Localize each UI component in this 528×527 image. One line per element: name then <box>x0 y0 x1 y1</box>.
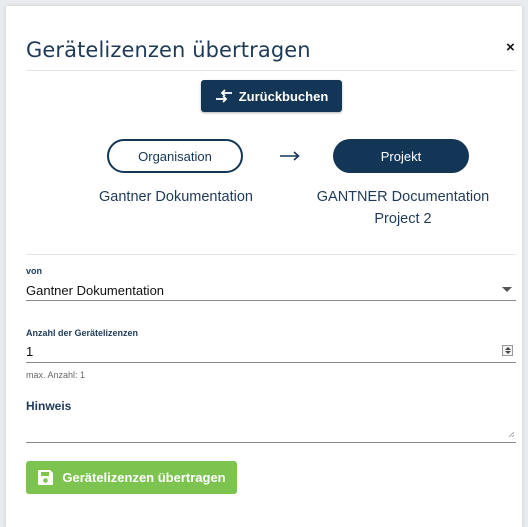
projekt-pill: Projekt <box>333 139 469 173</box>
organisation-pill: Organisation <box>107 139 243 173</box>
header-divider <box>26 70 516 71</box>
number-stepper[interactable] <box>502 345 513 356</box>
transfer-dialog: Gerätelizenzen übertragen × Zurückbuchen… <box>6 6 522 527</box>
dialog-title: Gerätelizenzen übertragen <box>26 38 311 62</box>
von-select-underline <box>26 300 516 301</box>
stepper-down-icon[interactable] <box>504 351 511 355</box>
floppy-disk-icon <box>38 470 54 485</box>
to-entity-name-line2: Project 2 <box>374 211 432 227</box>
anzahl-input[interactable]: 1 <box>26 344 33 359</box>
zurueckbuchen-button[interactable]: Zurückbuchen <box>201 80 342 112</box>
arrow-right-icon <box>280 151 300 161</box>
resize-handle-icon[interactable] <box>508 431 514 437</box>
swap-arrows-icon <box>215 89 232 103</box>
hinweis-label: Hinweis <box>26 399 72 413</box>
zurueckbuchen-label: Zurückbuchen <box>238 88 329 104</box>
chevron-down-icon[interactable] <box>502 287 512 292</box>
to-entity-name-line1: GANTNER Documentation <box>316 189 490 205</box>
anzahl-label: Anzahl der Gerätelizenzen <box>26 328 139 338</box>
von-label: von <box>26 266 43 276</box>
hinweis-textarea[interactable] <box>26 420 496 438</box>
section-divider <box>26 254 516 255</box>
from-entity-name: Gantner Dokumentation <box>99 189 253 205</box>
stepper-up-icon[interactable] <box>504 346 511 350</box>
anzahl-input-underline <box>26 362 516 363</box>
von-select-value[interactable]: Gantner Dokumentation <box>26 283 164 298</box>
submit-transfer-button[interactable]: Gerätelizenzen übertragen <box>26 461 237 494</box>
close-icon[interactable]: × <box>506 40 515 55</box>
max-count-hint: max. Anzahl: 1 <box>26 370 86 380</box>
hinweis-underline <box>26 442 516 443</box>
submit-transfer-label: Gerätelizenzen übertragen <box>62 470 226 485</box>
